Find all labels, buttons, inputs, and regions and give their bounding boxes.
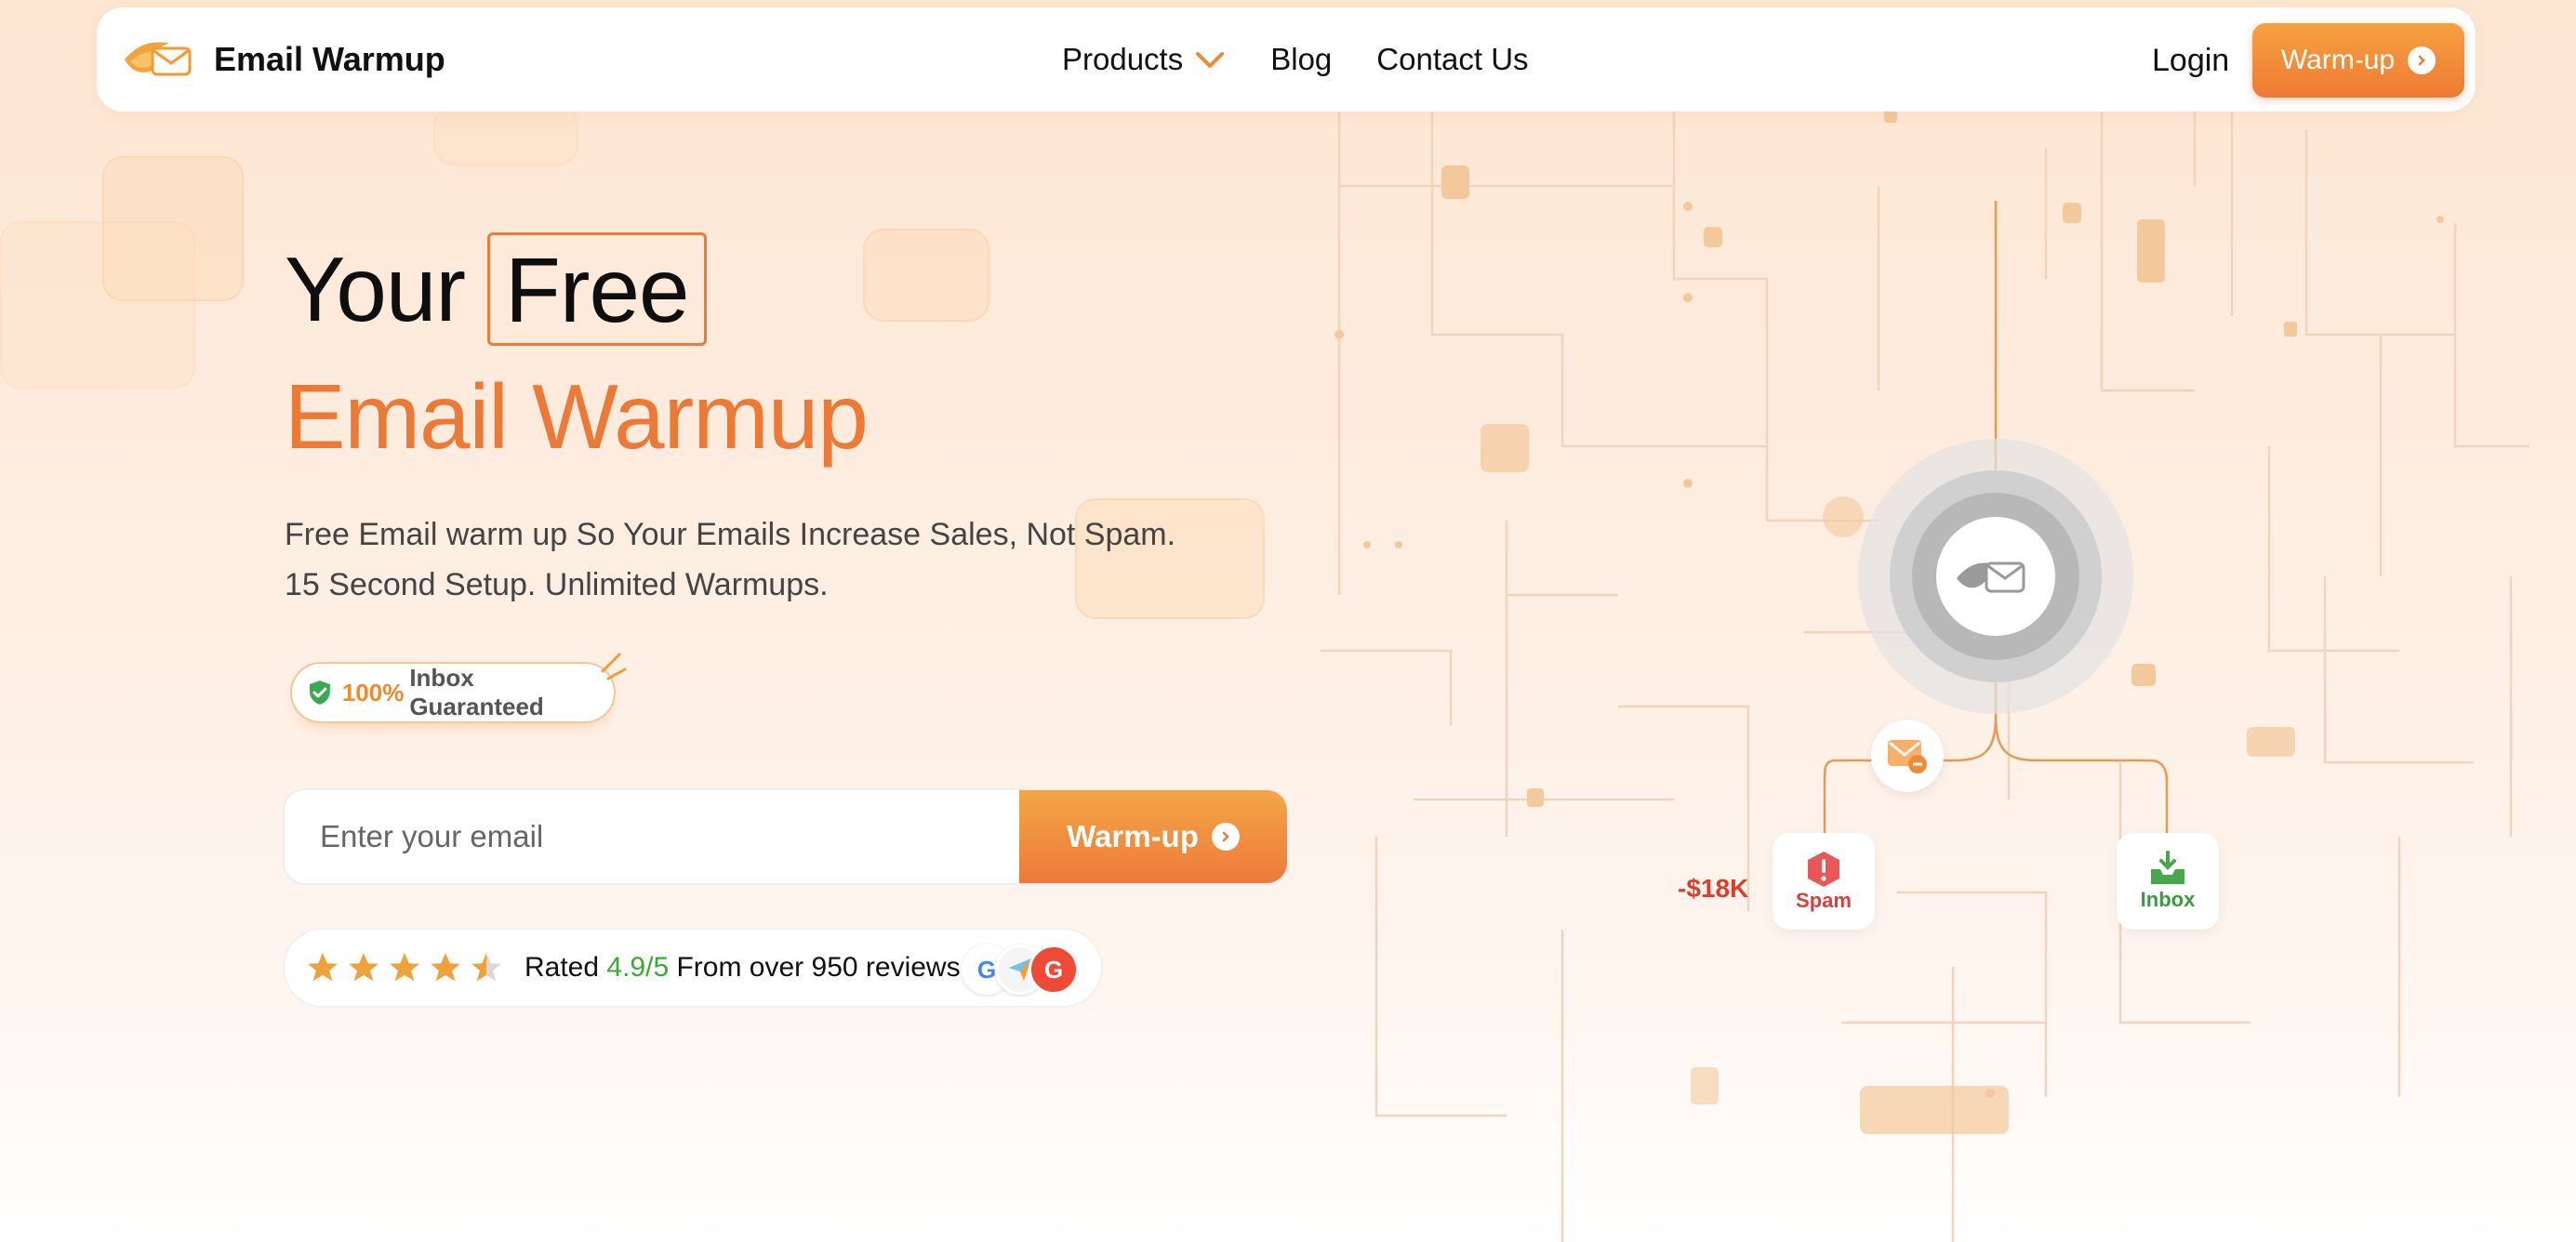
badge-text: Inbox Guaranteed [409, 664, 544, 720]
hero-title-prefix: Your [285, 237, 466, 340]
rating-text: Rated 4.9/5 From over 950 reviews [524, 952, 961, 984]
hero-subtitle-line2: 15 Second Setup. Unlimited Warmups. [285, 567, 829, 602]
warning-hexagon-icon [1808, 852, 1839, 887]
inbox-guarantee-badge: 100% Inbox Guaranteed [290, 662, 616, 723]
hero-title-line2: Email Warmup [285, 365, 869, 468]
half-star-icon [471, 953, 501, 982]
chevron-right-icon [2408, 46, 2437, 74]
brand-logo[interactable]: Email Warmup [121, 35, 445, 84]
warmup-submit-button[interactable]: Warm-up [1019, 790, 1287, 883]
warmup-submit-label: Warm-up [1067, 819, 1199, 853]
email-signup-form: Warm-up [283, 788, 1289, 885]
chevron-right-icon [1211, 823, 1240, 851]
hero-title-line1: Your Free [285, 232, 707, 346]
email-input[interactable] [285, 790, 1021, 883]
loss-amount: -$18K [1678, 874, 1749, 903]
nav-link-products[interactable]: Products [1062, 42, 1226, 77]
nav-links: Products Blog Contact Us [1062, 7, 1573, 112]
star-icon [390, 953, 419, 982]
star-icon [349, 953, 378, 982]
rating-bar: Rated 4.9/5 From over 950 reviews G G [283, 928, 1103, 1008]
warmup-flow-diagram: Spam -$18K Inbox [1283, 112, 2576, 1242]
envelope-minus-icon [1888, 740, 1927, 773]
hero-title-highlight: Free [487, 232, 707, 346]
rating-score: 4.9/5 [606, 952, 670, 983]
star-icon [431, 953, 460, 982]
badge-percent: 100% [341, 678, 405, 707]
inbox-download-icon [2151, 851, 2184, 884]
nav-link-products-label: Products [1062, 42, 1184, 76]
review-platform-icons: G G [962, 941, 1082, 998]
chevron-down-icon [1196, 52, 1225, 68]
mail-filter-node [1871, 720, 1944, 792]
spam-label: Spam [1796, 889, 1852, 912]
rating-stars [305, 950, 510, 985]
g2-icon: G [1029, 945, 1079, 995]
star-icon [308, 953, 338, 982]
hero-subtitle: Free Email warm up So Your Emails Increa… [285, 509, 1175, 610]
rating-suffix: From over 950 reviews [676, 952, 961, 983]
nav-link-blog[interactable]: Blog [1270, 42, 1332, 77]
brand-name: Email Warmup [214, 40, 445, 78]
inbox-label: Inbox [2140, 888, 2196, 911]
rating-prefix: Rated [524, 952, 600, 983]
flaming-envelope-icon [125, 42, 192, 76]
sparkle-icon [601, 653, 627, 680]
top-navbar: Email Warmup Products Blog Contact Us Lo… [97, 7, 2476, 112]
inbox-node: Inbox [2117, 833, 2219, 930]
spam-node: Spam [1773, 833, 1875, 930]
login-link[interactable]: Login [2152, 43, 2229, 79]
shield-check-icon [309, 680, 330, 705]
warmup-nav-button[interactable]: Warm-up [2252, 23, 2464, 98]
hero-subtitle-line1: Free Email warm up So Your Emails Increa… [285, 517, 1176, 552]
warmup-nav-button-label: Warm-up [2280, 45, 2396, 75]
nav-link-contact[interactable]: Contact Us [1376, 42, 1528, 77]
